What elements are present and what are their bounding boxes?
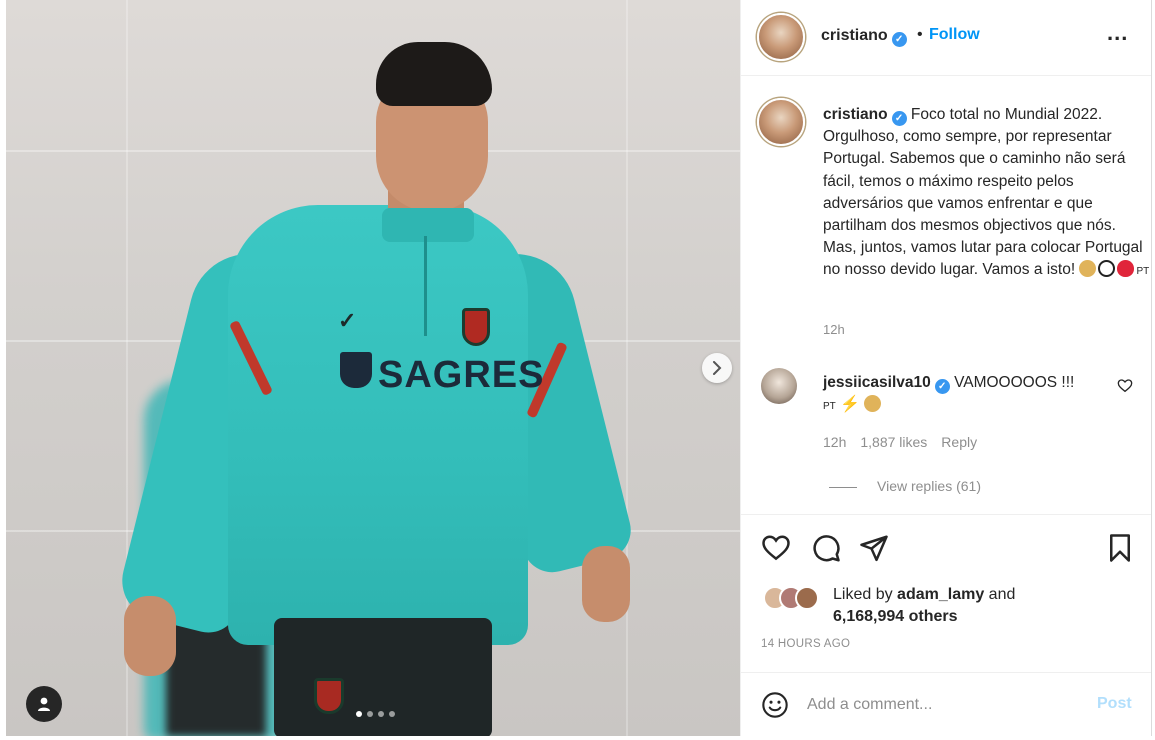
post-photo[interactable]: ✓ SAGRES [6, 0, 740, 736]
likes-and: and [988, 586, 1016, 603]
comment-timestamp[interactable]: 12h [823, 434, 846, 450]
carousel-next-button[interactable] [702, 353, 732, 383]
add-comment-bar: Post [741, 672, 1151, 736]
verified-badge-icon: ✓ [934, 379, 950, 394]
liker-avatar[interactable] [795, 586, 819, 610]
comment-reply-button[interactable]: Reply [941, 434, 977, 450]
author-username[interactable]: cristiano ✓ [821, 27, 907, 47]
caption-author-name[interactable]: cristiano [823, 106, 888, 123]
action-bar [741, 514, 1151, 580]
view-replies-button[interactable]: View replies (61) [877, 478, 981, 494]
carousel-dot [356, 711, 362, 717]
soccer-ball-icon [1098, 260, 1116, 278]
jersey-collar [382, 208, 474, 242]
post-comment-button[interactable]: Post [1097, 695, 1132, 713]
carousel-indicator [356, 711, 395, 717]
smile-icon[interactable] [761, 691, 789, 719]
commenter-username[interactable]: jessiicasilva10 [823, 374, 931, 391]
carousel-dot [378, 711, 384, 717]
commenter-avatar[interactable] [761, 368, 797, 404]
bookmark-icon[interactable] [1105, 533, 1135, 563]
jersey-zip [424, 236, 427, 336]
more-icon[interactable]: ... [1107, 20, 1128, 46]
lightning-icon: ⚡ [840, 396, 861, 413]
caption-body: Foco total no Mundial 2022. Orgulhoso, c… [823, 106, 1143, 279]
user-tag-icon [38, 697, 50, 711]
nike-logo: ✓ [338, 308, 357, 333]
comment-input[interactable] [807, 693, 1057, 717]
player-right-hand [582, 546, 630, 622]
comment-flag-tag: PT [823, 401, 836, 412]
comment-body: VAMOOOOOS !!! [954, 374, 1075, 391]
carousel-dot [367, 711, 373, 717]
likes-others-count[interactable]: 6,168,994 others [833, 608, 958, 625]
caption-timestamp[interactable]: 12h [823, 322, 845, 337]
comment-text: jessiicasilva10 ✓ VAMOOOOOS !!! PT ⚡ [823, 372, 1113, 418]
flexed-biceps-icon [864, 395, 882, 412]
verified-badge-icon: ✓ [891, 111, 907, 126]
separator-dot: • [917, 26, 923, 43]
carousel-dot [389, 711, 395, 717]
player-shorts [274, 618, 492, 736]
red-heart-icon [1117, 260, 1135, 278]
comment-icon[interactable] [811, 533, 841, 563]
comment-like-heart-icon[interactable] [1117, 378, 1133, 394]
post-sidebar: cristiano ✓ • Follow ... cristiano ✓ Foco … [740, 0, 1152, 736]
follow-button[interactable]: Follow [929, 26, 980, 44]
player-jersey [228, 205, 528, 645]
likes-text: Liked by adam_lamy and 6,168,994 others [833, 584, 1113, 628]
wall-line [6, 150, 740, 152]
liker-username[interactable]: adam_lamy [897, 586, 984, 603]
sponsor-text: SAGRES [378, 354, 545, 396]
caption-author-avatar[interactable] [757, 98, 805, 146]
shorts-crest [314, 678, 344, 714]
post-date[interactable]: 14 HOURS AGO [761, 638, 850, 650]
replies-divider [829, 487, 857, 488]
share-icon[interactable] [859, 533, 889, 563]
author-avatar[interactable] [757, 13, 805, 61]
sagres-shield [340, 352, 372, 388]
verified-badge-icon: ✓ [891, 32, 907, 47]
caption-flag-tag: PT [1136, 266, 1150, 278]
caption-text: cristiano ✓ Foco total no Mundial 2022. O… [823, 104, 1153, 284]
likes-prefix: Liked by [833, 586, 893, 603]
wall-column [626, 0, 628, 736]
portugal-crest [462, 308, 490, 346]
user-tag-button[interactable] [26, 686, 62, 722]
player-left-hand [124, 596, 176, 676]
player-hair [376, 42, 492, 106]
heart-icon[interactable] [761, 533, 791, 563]
chevron-right-icon [713, 361, 722, 375]
liker-avatars [763, 586, 833, 610]
flexed-biceps-icon [1079, 260, 1097, 278]
author-name[interactable]: cristiano [821, 27, 888, 44]
comment-meta: 12h 1,887 likes Reply [823, 434, 977, 450]
comment-likes-count[interactable]: 1,887 likes [860, 434, 927, 450]
post-header: cristiano ✓ • Follow ... [741, 0, 1151, 76]
